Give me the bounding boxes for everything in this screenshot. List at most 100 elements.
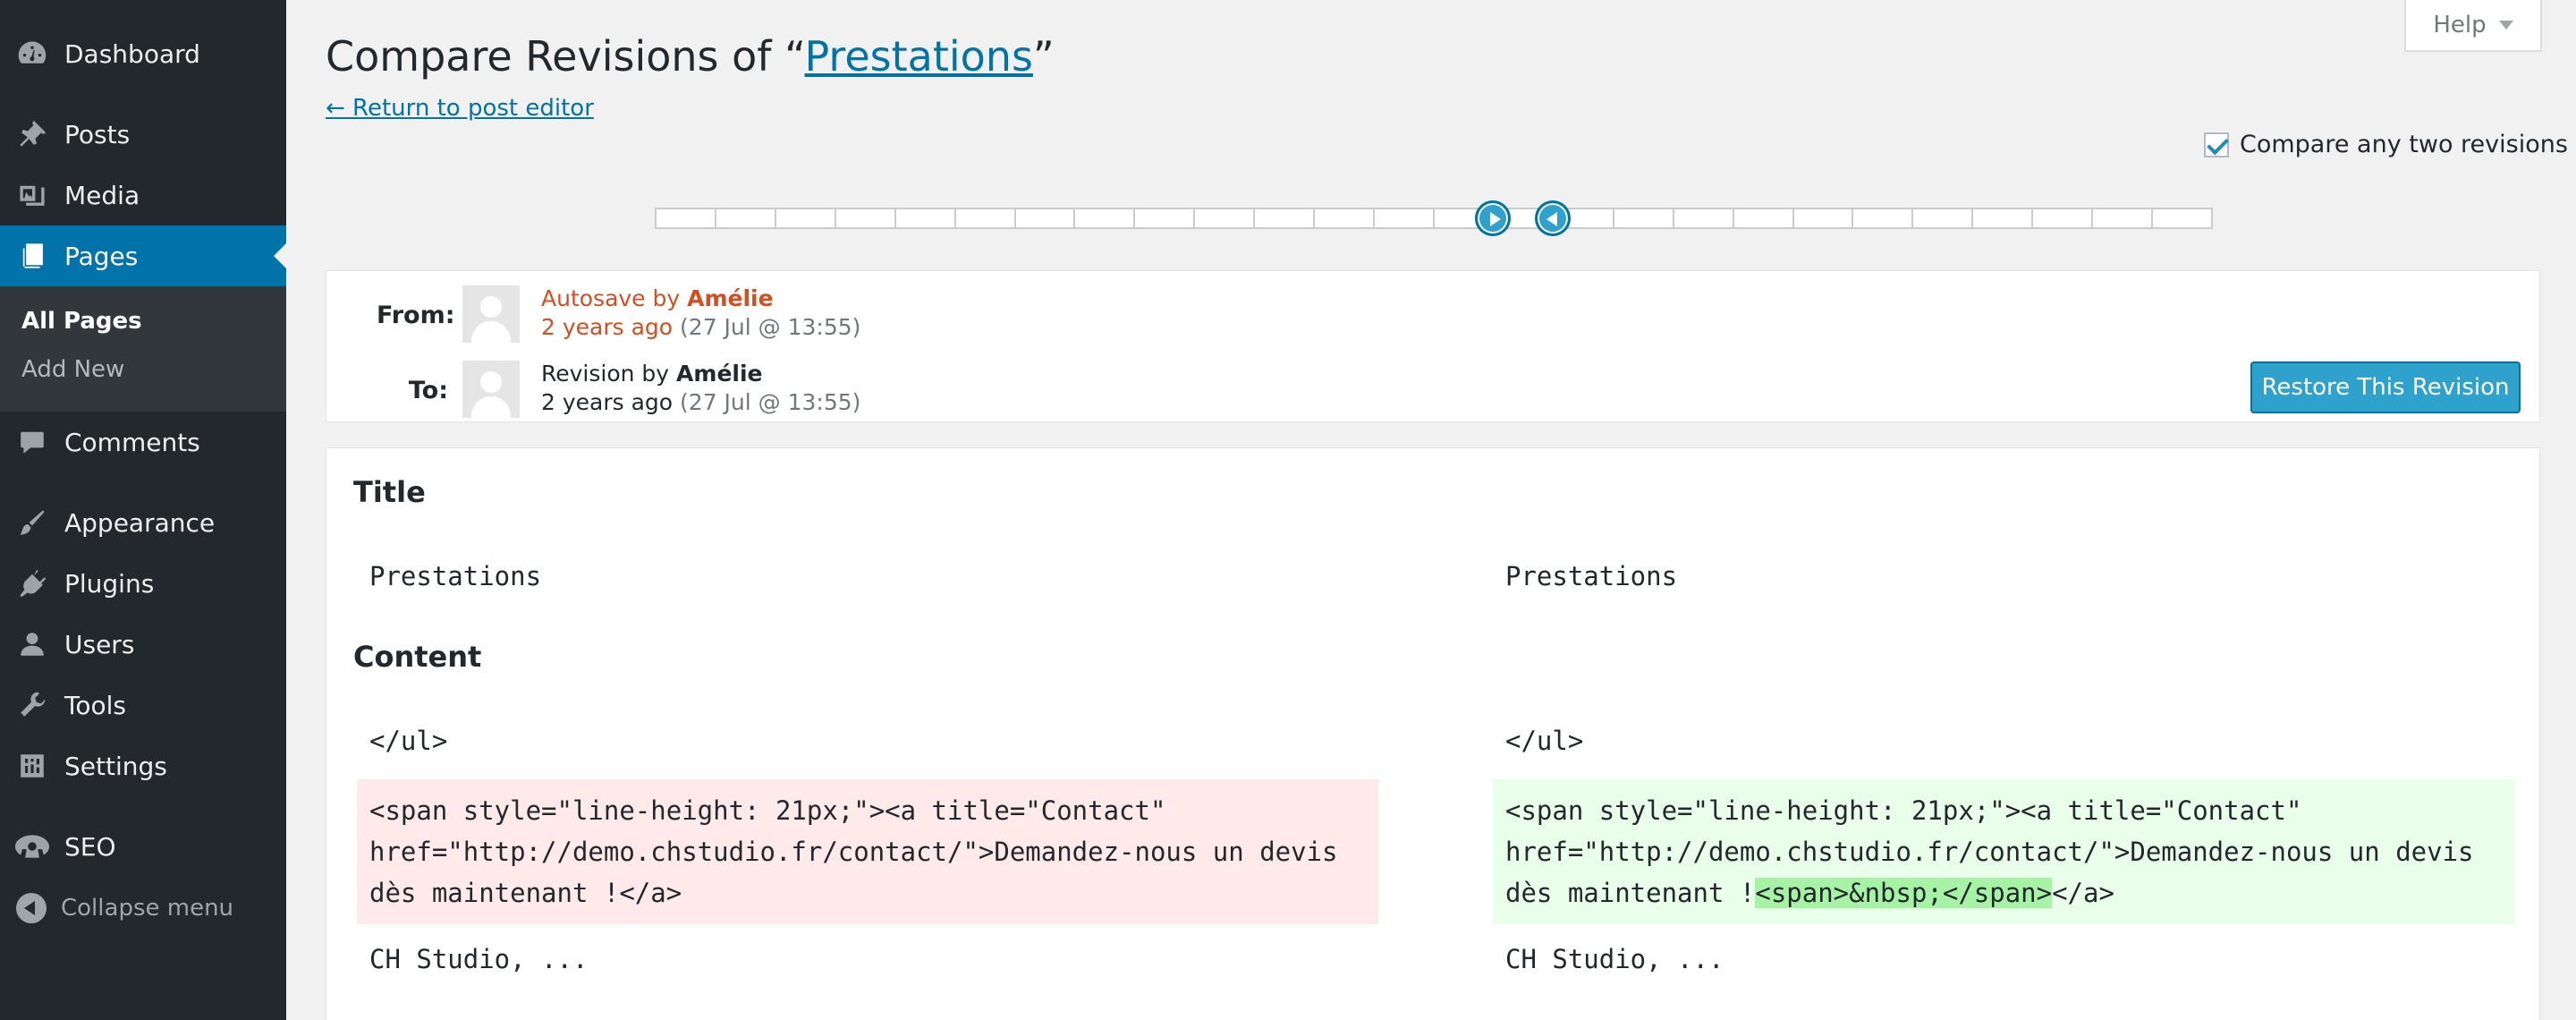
to-type: Revision by — [541, 361, 677, 387]
menu-item-settings[interactable]: Settings — [0, 735, 286, 796]
collapse-menu-button[interactable]: Collapse menu — [0, 886, 286, 931]
menu-label: Posts — [64, 119, 131, 149]
revision-tick[interactable] — [1672, 208, 1734, 229]
revision-tick[interactable] — [774, 208, 836, 229]
revision-slider[interactable] — [655, 200, 2213, 236]
revision-tick[interactable] — [1133, 208, 1196, 229]
menu-label: Comments — [64, 427, 200, 457]
to-label: To: — [408, 377, 448, 404]
revision-tick[interactable] — [1013, 208, 1076, 229]
menu-item-plugins[interactable]: Plugins — [0, 553, 286, 614]
avatar — [462, 361, 520, 418]
revision-tick[interactable] — [1911, 208, 1974, 229]
from-revision-date: 2 years ago (27 Jul @ 13:55) — [541, 314, 860, 340]
diff-line: dès maintenant !</a> — [369, 878, 682, 908]
menu-label: Appearance — [64, 507, 216, 538]
seo-icon — [14, 829, 50, 864]
revision-tick[interactable] — [1373, 208, 1435, 229]
compare-two-toggle[interactable]: Compare any two revisions — [2204, 131, 2568, 158]
from-author: Amélie — [687, 285, 774, 311]
revision-tick[interactable] — [953, 208, 1016, 229]
menu-item-posts[interactable]: Posts — [0, 104, 286, 165]
to-date: (27 Jul @ 13:55) — [673, 389, 861, 415]
revision-tick[interactable] — [834, 208, 896, 229]
menu-label: Pages — [64, 241, 139, 271]
brush-icon — [14, 505, 50, 540]
media-icon — [14, 177, 50, 213]
caret-down-icon — [2498, 21, 2513, 30]
menu-label: Users — [64, 629, 135, 659]
from-revision: From: Autosave by Amélie 2 years ago (27… — [326, 278, 2539, 343]
user-icon — [14, 626, 50, 662]
revision-meta: From: Autosave by Amélie 2 years ago (27… — [326, 270, 2540, 422]
compare-two-checkbox[interactable] — [2204, 132, 2229, 157]
menu-item-dashboard[interactable]: Dashboard — [0, 23, 286, 84]
diff-context-after-right: CH Studio, ... — [1505, 944, 1724, 974]
help-tab-button[interactable]: Help — [2404, 0, 2542, 52]
revision-tick[interactable] — [2151, 208, 2213, 229]
diff-context-after-left: CH Studio, ... — [369, 944, 589, 974]
from-label: From: — [377, 302, 455, 329]
menu-item-appearance[interactable]: Appearance — [0, 492, 286, 553]
pages-submenu: All Pages Add New — [0, 286, 286, 412]
dashboard-icon — [14, 36, 50, 72]
revision-diff: Title Prestations Prestations Content </… — [326, 447, 2540, 1020]
collapse-menu-label: Collapse menu — [61, 895, 234, 922]
revision-tick[interactable] — [1313, 208, 1376, 229]
diff-deleted-lines: <span style="line-height: 21px;"><a titl… — [369, 790, 1353, 914]
revision-tick[interactable] — [1073, 208, 1136, 229]
diff-title-heading: Title — [353, 475, 426, 509]
submenu-item-all-pages[interactable]: All Pages — [21, 308, 142, 335]
restore-revision-button[interactable]: Restore This Revision — [2250, 361, 2521, 413]
diff-inserted-text: <span>&nbsp;</span> — [1755, 878, 2053, 908]
diff-title-right: Prestations — [1505, 561, 1678, 591]
diff-context-left: </ul> — [369, 726, 448, 756]
to-revision-date: 2 years ago (27 Jul @ 13:55) — [541, 389, 860, 415]
revision-tick[interactable] — [714, 208, 776, 229]
diff-text: </a> — [2052, 878, 2114, 908]
settings-icon — [14, 748, 50, 784]
revision-tick[interactable] — [2031, 208, 2094, 229]
menu-label: Media — [64, 180, 140, 210]
to-ago: 2 years ago — [541, 389, 674, 415]
revision-tick[interactable] — [655, 208, 716, 229]
revision-tick[interactable] — [1792, 208, 1854, 229]
to-revision-handle[interactable] — [1534, 200, 1571, 236]
menu-label: Plugins — [64, 568, 155, 599]
post-title-link[interactable]: Prestations — [805, 32, 1033, 81]
revision-tick[interactable] — [1971, 208, 2034, 229]
to-author: Amélie — [676, 361, 763, 387]
revision-tick[interactable] — [894, 208, 956, 229]
help-label: Help — [2433, 12, 2487, 38]
menu-item-comments[interactable]: Comments — [0, 412, 286, 472]
plug-icon — [14, 565, 50, 601]
menu-item-users[interactable]: Users — [0, 614, 286, 675]
revision-tick[interactable] — [1852, 208, 1914, 229]
menu-item-tools[interactable]: Tools — [0, 675, 286, 735]
diff-line: href="http://demo.chstudio.fr/contact/">… — [369, 837, 1338, 867]
revision-tick[interactable] — [1253, 208, 1316, 229]
to-revision-author: Revision by Amélie — [541, 361, 763, 387]
from-revision-handle[interactable] — [1474, 200, 1511, 236]
diff-line: <span style="line-height: 21px;"><a titl… — [1505, 795, 2302, 826]
diff-line: href="http://demo.chstudio.fr/contact/">… — [1505, 837, 2474, 867]
revision-tick[interactable] — [1612, 208, 1674, 229]
from-type: Autosave by — [541, 285, 688, 311]
revision-tick[interactable] — [2091, 208, 2154, 229]
revision-tick[interactable] — [1732, 208, 1794, 229]
submenu-item-add-new[interactable]: Add New — [21, 356, 124, 383]
pages-icon — [14, 238, 50, 274]
admin-sidebar: Dashboard Posts Media Pages All Pages Ad… — [0, 0, 286, 1020]
menu-item-seo[interactable]: SEO — [0, 816, 286, 877]
diff-title-left: Prestations — [369, 561, 542, 591]
revision-tick[interactable] — [1193, 208, 1256, 229]
from-revision-author: Autosave by Amélie — [541, 285, 774, 311]
from-date: (27 Jul @ 13:55) — [673, 314, 861, 340]
menu-item-pages[interactable]: Pages — [0, 225, 286, 286]
menu-item-media[interactable]: Media — [0, 165, 286, 225]
page-title-prefix: Compare Revisions of “ — [326, 32, 805, 81]
wrench-icon — [14, 687, 50, 723]
return-to-editor-link[interactable]: ← Return to post editor — [326, 95, 594, 122]
collapse-arrow-icon — [16, 893, 47, 923]
diff-context-right: </ul> — [1505, 726, 1584, 756]
